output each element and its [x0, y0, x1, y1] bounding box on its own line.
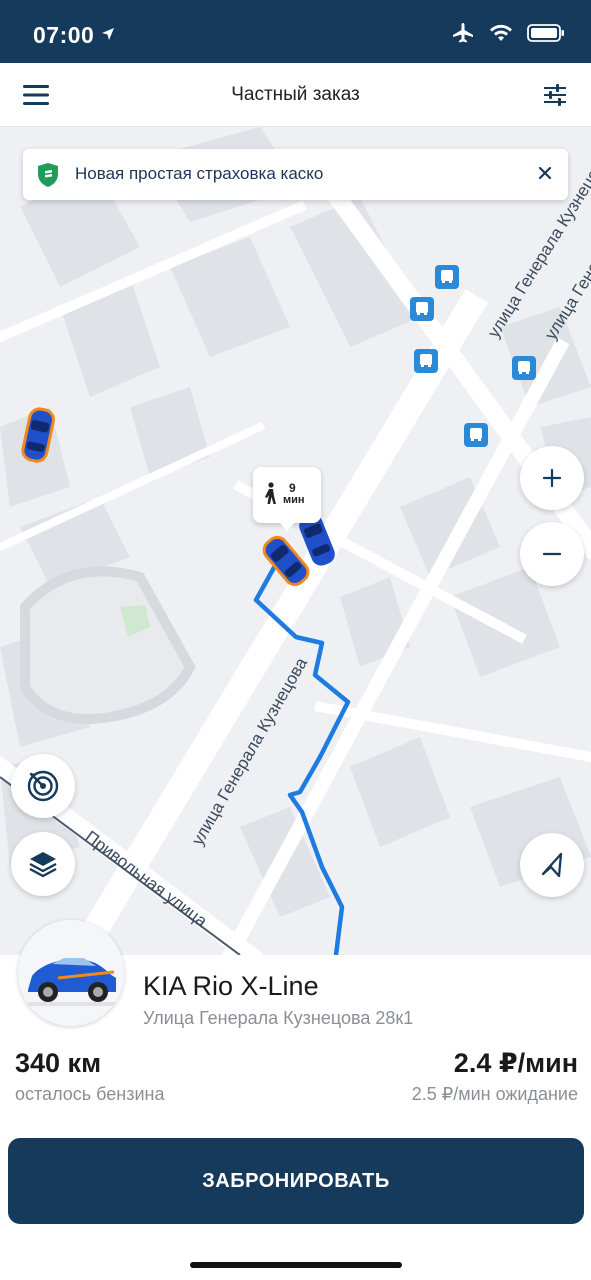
- price-per-minute: 2.4 ₽/мин: [453, 1048, 578, 1078]
- bus-stop-icon[interactable]: [410, 297, 434, 321]
- selected-car-marker-icon[interactable]: [258, 532, 314, 590]
- airplane-icon: [451, 22, 475, 49]
- close-icon[interactable]: [534, 162, 556, 184]
- bus-stop-icon[interactable]: [512, 356, 536, 380]
- bus-stop-icon[interactable]: [464, 423, 488, 447]
- location-arrow-icon: [101, 27, 115, 46]
- zoom-in-icon: [542, 468, 562, 488]
- page-title: Частный заказ: [231, 84, 360, 105]
- walk-time-bubble: 9 мин: [253, 467, 321, 531]
- navigation-arrow-icon: [541, 852, 563, 878]
- car-photo: [18, 920, 124, 1026]
- status-time: 07:00: [33, 22, 95, 48]
- car-marker-icon[interactable]: [18, 405, 58, 467]
- my-location-button[interactable]: [520, 833, 584, 897]
- fuel-remaining-label: осталось бензина: [15, 1084, 165, 1104]
- top-nav-bar: Частный заказ: [0, 63, 591, 127]
- walk-time-unit: мин: [283, 494, 305, 506]
- battery-icon: [527, 23, 565, 48]
- insurance-banner[interactable]: Новая простая страховка каско: [23, 149, 568, 200]
- filter-sliders-icon[interactable]: [543, 82, 567, 108]
- zoom-in-button[interactable]: [520, 446, 584, 510]
- layers-button[interactable]: [11, 832, 75, 896]
- waiting-price: 2.5 ₽/мин ожидание: [411, 1084, 578, 1104]
- bus-stop-icon[interactable]: [435, 265, 459, 289]
- status-bar: 07:00: [0, 0, 591, 63]
- fuel-remaining-value: 340 км: [15, 1048, 102, 1078]
- car-info-sheet: KIA Rio X-Line Улица Генерала Кузнецова …: [0, 920, 591, 1280]
- bus-stop-icon[interactable]: [414, 349, 438, 373]
- banner-text: Новая простая страховка каско: [75, 164, 324, 183]
- layers-icon: [29, 852, 57, 878]
- book-button[interactable]: ЗАБРОНИРОВАТЬ: [8, 1138, 584, 1224]
- zoom-out-button[interactable]: [520, 522, 584, 586]
- shield-icon: [37, 162, 59, 193]
- wifi-icon: [489, 24, 513, 47]
- map-view[interactable]: 9 мин улица Генерала Кузнецова улица Ген…: [0, 127, 591, 955]
- home-indicator: [190, 1262, 402, 1268]
- car-name: KIA Rio X-Line: [143, 971, 319, 1001]
- radar-icon: [27, 770, 59, 802]
- car-address: Улица Генерала Кузнецова 28к1: [143, 1008, 414, 1028]
- walk-time-value: 9: [289, 481, 296, 495]
- zoom-out-icon: [542, 552, 562, 556]
- walking-person-icon: [265, 482, 276, 504]
- radar-button[interactable]: [11, 754, 75, 818]
